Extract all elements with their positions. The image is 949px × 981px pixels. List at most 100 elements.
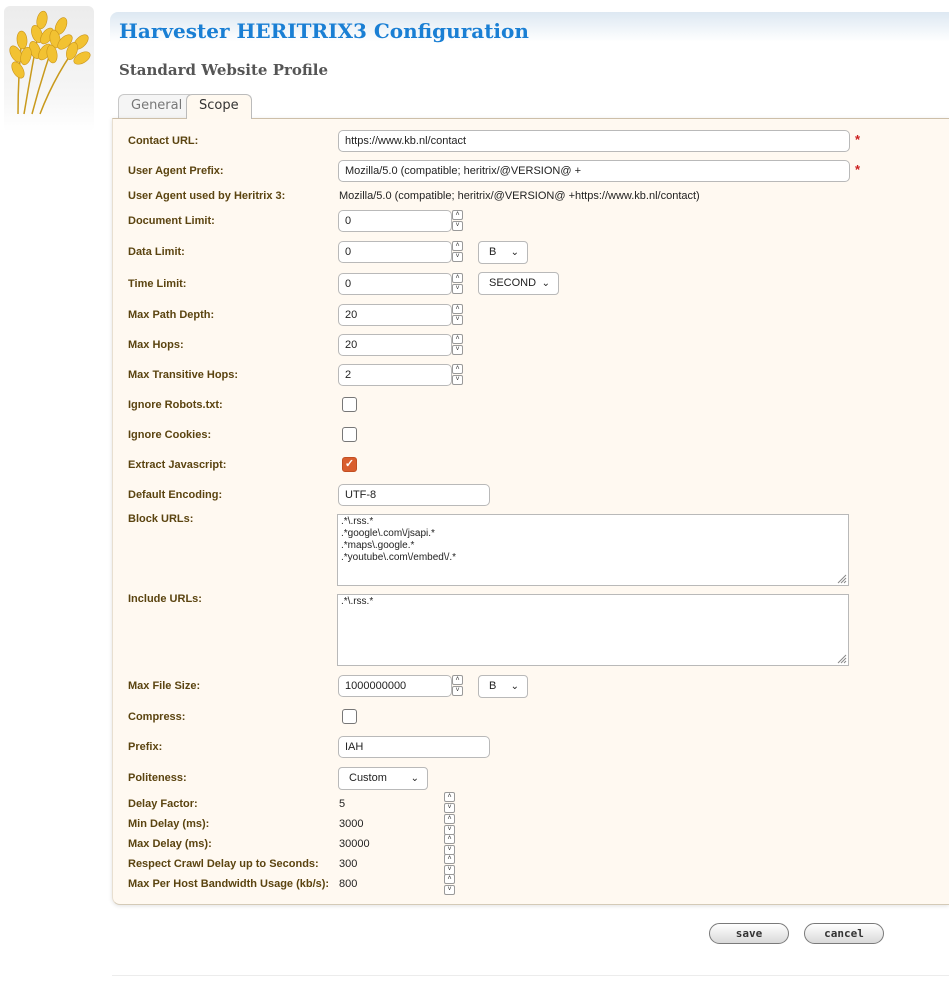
time-limit-unit-select[interactable]: SECOND ⌄ — [478, 272, 559, 295]
spinner-down-icon[interactable]: ˅ — [452, 221, 463, 231]
user-agent-used-value: Mozilla/5.0 (compatible; heritrix/@VERSI… — [339, 190, 700, 202]
block-urls-text: .*\.rss.* .*google\.com\/jsapi.* .*maps\… — [341, 516, 457, 563]
spinner-up-icon[interactable]: ˄ — [452, 364, 463, 374]
scope-form-panel — [112, 118, 949, 905]
min-delay-value[interactable]: 3000 — [339, 818, 363, 830]
cancel-button[interactable]: cancel — [804, 923, 884, 944]
respect-crawl-delay-value[interactable]: 300 — [339, 858, 357, 870]
document-limit-input[interactable]: 0 — [338, 210, 452, 232]
chevron-down-icon: ⌄ — [410, 773, 419, 784]
delay-factor-value[interactable]: 5 — [339, 798, 345, 810]
include-urls-label: Include URLs: — [128, 593, 202, 605]
wheat-logo-icon — [9, 10, 91, 115]
max-path-depth-stepper[interactable]: ˄ ˅ — [452, 304, 463, 326]
tab-scope[interactable]: Scope — [186, 94, 252, 119]
max-delay-stepper[interactable]: ˄ ˅ — [444, 834, 455, 856]
contact-url-input[interactable]: https://www.kb.nl/contact — [338, 130, 850, 152]
spinner-up-icon[interactable]: ˄ — [452, 675, 463, 685]
spinner-up-icon[interactable]: ˄ — [444, 834, 455, 844]
ignore-robots-checkbox[interactable] — [342, 397, 357, 412]
spinner-up-icon[interactable]: ˄ — [452, 334, 463, 344]
spinner-up-icon[interactable]: ˄ — [444, 792, 455, 802]
checkmark-icon: ✓ — [344, 458, 355, 470]
politeness-select[interactable]: Custom ⌄ — [338, 767, 428, 790]
spinner-down-icon[interactable]: ˅ — [452, 284, 463, 294]
min-delay-stepper[interactable]: ˄ ˅ — [444, 814, 455, 836]
prefix-label: Prefix: — [128, 741, 163, 753]
max-file-size-unit-select[interactable]: B ⌄ — [478, 675, 528, 698]
resize-grip-icon[interactable] — [837, 574, 847, 584]
delay-factor-label: Delay Factor: — [128, 798, 198, 810]
max-transitive-hops-label: Max Transitive Hops: — [128, 369, 239, 381]
spinner-up-icon[interactable]: ˄ — [444, 854, 455, 864]
extract-javascript-label: Extract Javascript: — [128, 459, 227, 471]
spinner-up-icon[interactable]: ˄ — [452, 241, 463, 251]
max-hops-stepper[interactable]: ˄ ˅ — [452, 334, 463, 356]
max-transitive-hops-stepper[interactable]: ˄ ˅ — [452, 364, 463, 386]
include-urls-text: .*\.rss.* — [341, 596, 374, 607]
data-limit-stepper[interactable]: ˄ ˅ — [452, 241, 463, 263]
max-file-size-unit-value: B — [489, 680, 497, 692]
data-limit-input[interactable]: 0 — [338, 241, 452, 263]
spinner-down-icon[interactable]: ˅ — [444, 885, 455, 895]
ignore-robots-label: Ignore Robots.txt: — [128, 399, 223, 411]
spinner-down-icon[interactable]: ˅ — [444, 803, 455, 813]
spinner-down-icon[interactable]: ˅ — [452, 252, 463, 262]
contact-url-label: Contact URL: — [128, 135, 199, 147]
time-limit-input[interactable]: 0 — [338, 273, 452, 295]
max-file-size-input[interactable]: 1000000000 — [338, 675, 452, 697]
compress-label: Compress: — [128, 711, 186, 723]
spinner-up-icon[interactable]: ˄ — [444, 874, 455, 884]
chevron-down-icon: ⌄ — [510, 247, 519, 258]
data-limit-unit-value: B — [489, 246, 497, 258]
tab-general[interactable]: General — [118, 94, 196, 118]
min-delay-label: Min Delay (ms): — [128, 818, 210, 830]
spinner-up-icon[interactable]: ˄ — [444, 814, 455, 824]
app-logo — [4, 6, 94, 132]
compress-checkbox[interactable] — [342, 709, 357, 724]
max-host-bandwidth-stepper[interactable]: ˄ ˅ — [444, 874, 455, 896]
document-limit-stepper[interactable]: ˄ ˅ — [452, 210, 463, 232]
max-file-size-label: Max File Size: — [128, 680, 201, 692]
politeness-value: Custom — [349, 772, 387, 784]
block-urls-textarea[interactable]: .*\.rss.* .*google\.com\/jsapi.* .*maps\… — [337, 514, 849, 586]
resize-grip-icon[interactable] — [837, 654, 847, 664]
extract-javascript-checkbox[interactable]: ✓ — [342, 457, 357, 472]
spinner-down-icon[interactable]: ˅ — [452, 315, 463, 325]
max-file-size-stepper[interactable]: ˄ ˅ — [452, 675, 463, 697]
delay-factor-stepper[interactable]: ˄ ˅ — [444, 792, 455, 814]
spinner-down-icon[interactable]: ˅ — [452, 686, 463, 696]
footer-divider — [112, 975, 949, 976]
spinner-up-icon[interactable]: ˄ — [452, 210, 463, 220]
respect-crawl-delay-label: Respect Crawl Delay up to Seconds: — [128, 858, 319, 870]
prefix-input[interactable]: IAH — [338, 736, 490, 758]
max-host-bandwidth-label: Max Per Host Bandwidth Usage (kb/s): — [128, 878, 330, 890]
time-limit-unit-value: SECOND — [489, 277, 537, 289]
save-button[interactable]: save — [709, 923, 789, 944]
time-limit-stepper[interactable]: ˄ ˅ — [452, 273, 463, 295]
ignore-cookies-checkbox[interactable] — [342, 427, 357, 442]
max-path-depth-label: Max Path Depth: — [128, 309, 215, 321]
spinner-down-icon[interactable]: ˅ — [452, 345, 463, 355]
default-encoding-input[interactable]: UTF-8 — [338, 484, 490, 506]
max-host-bandwidth-value[interactable]: 800 — [339, 878, 357, 890]
spinner-down-icon[interactable]: ˅ — [452, 375, 463, 385]
politeness-label: Politeness: — [128, 772, 187, 784]
max-path-depth-input[interactable]: 20 — [338, 304, 452, 326]
max-hops-input[interactable]: 20 — [338, 334, 452, 356]
spinner-up-icon[interactable]: ˄ — [452, 304, 463, 314]
max-delay-value[interactable]: 30000 — [339, 838, 370, 850]
data-limit-unit-select[interactable]: B ⌄ — [478, 241, 528, 264]
respect-crawl-delay-stepper[interactable]: ˄ ˅ — [444, 854, 455, 876]
user-agent-prefix-input[interactable]: Mozilla/5.0 (compatible; heritrix/@VERSI… — [338, 160, 850, 182]
time-limit-label: Time Limit: — [128, 278, 187, 290]
user-agent-used-label: User Agent used by Heritrix 3: — [128, 190, 286, 202]
ignore-cookies-label: Ignore Cookies: — [128, 429, 212, 441]
max-delay-label: Max Delay (ms): — [128, 838, 212, 850]
document-limit-label: Document Limit: — [128, 215, 215, 227]
spinner-up-icon[interactable]: ˄ — [452, 273, 463, 283]
include-urls-textarea[interactable]: .*\.rss.* — [337, 594, 849, 666]
page-title: Harvester HERITRIX3 Configuration — [119, 19, 529, 43]
max-transitive-hops-input[interactable]: 2 — [338, 364, 452, 386]
user-agent-prefix-label: User Agent Prefix: — [128, 165, 224, 177]
